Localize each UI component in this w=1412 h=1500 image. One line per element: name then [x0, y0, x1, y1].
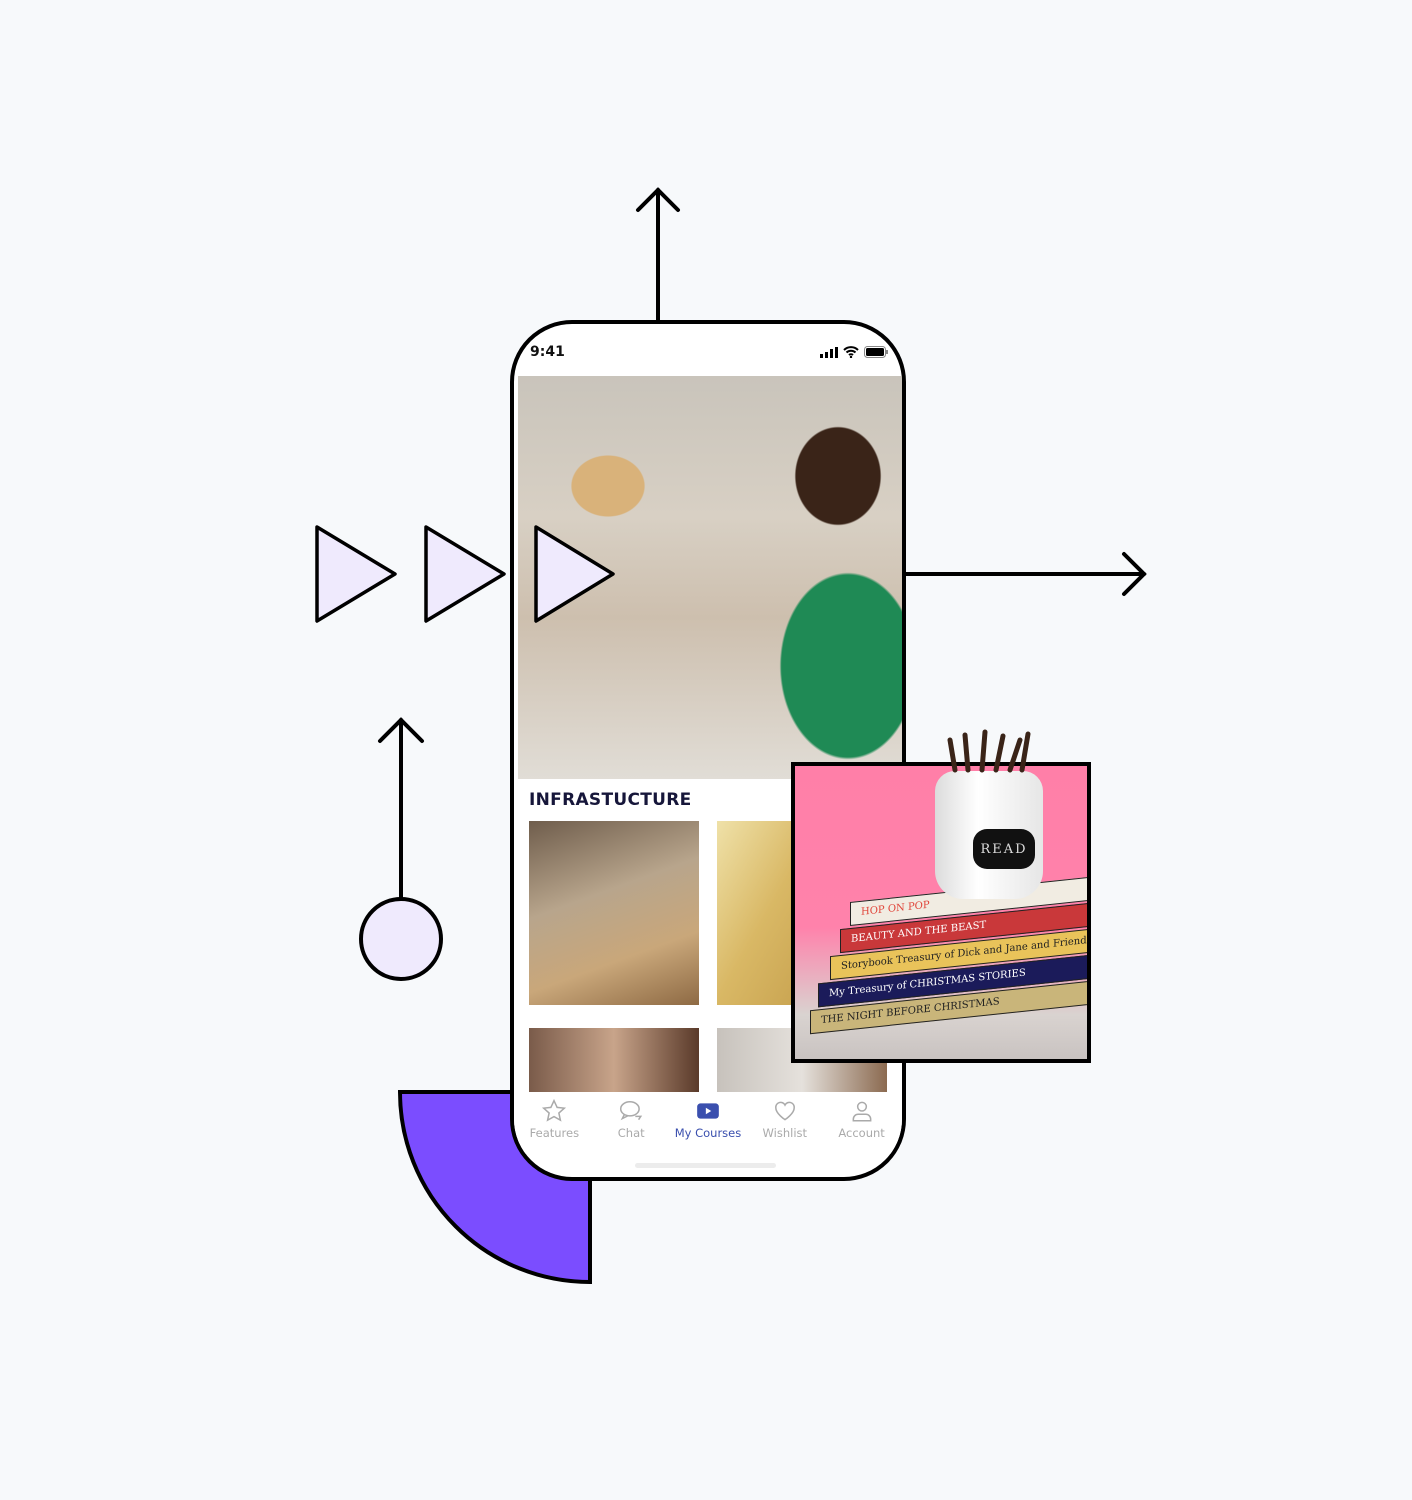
play-video-icon: [697, 1103, 719, 1119]
signal-icon: [820, 347, 838, 358]
books-photo-card: HOP ON POP BEAUTY AND THE BEAST Storyboo…: [791, 762, 1091, 1063]
circle-shape: [359, 897, 443, 981]
course-thumbnail[interactable]: [529, 1028, 699, 1092]
tab-chat[interactable]: Chat: [593, 1094, 669, 1154]
play-triangle-2: [424, 525, 506, 623]
status-time: 9:41: [530, 344, 565, 360]
wifi-icon: [843, 346, 859, 358]
hero-image: [518, 376, 902, 779]
chat-bubbles-icon: [620, 1101, 643, 1121]
star-icon: [542, 1098, 567, 1122]
play-triangle-1: [315, 525, 397, 623]
jar-label: READ: [973, 829, 1035, 869]
section-title: INFRASTUCTURE: [529, 790, 692, 810]
tab-label: My Courses: [674, 1126, 742, 1140]
user-icon: [852, 1101, 872, 1122]
pencil-jar: READ: [935, 771, 1043, 899]
battery-icon: [864, 346, 888, 358]
heart-icon: [774, 1101, 795, 1121]
tab-wishlist[interactable]: Wishlist: [747, 1094, 823, 1154]
book-stack: HOP ON POP BEAUTY AND THE BEAST Storyboo…: [810, 876, 1087, 1046]
tab-label: Chat: [617, 1126, 645, 1140]
tab-bar: Features Chat My Courses Wishlist Accoun…: [514, 1094, 902, 1154]
tab-account[interactable]: Account: [824, 1094, 900, 1154]
tab-my-courses[interactable]: My Courses: [670, 1094, 746, 1154]
tab-label: Features: [529, 1126, 580, 1140]
right-arrow: [902, 552, 1147, 596]
tab-label: Account: [838, 1126, 885, 1140]
home-indicator: [635, 1163, 776, 1168]
status-bar: 9:41: [514, 324, 902, 376]
up-arrow-circle: [378, 717, 424, 902]
course-thumbnail[interactable]: [529, 821, 699, 1005]
tab-features[interactable]: Features: [516, 1094, 592, 1154]
up-arrow-top: [636, 187, 680, 324]
tab-label: Wishlist: [762, 1126, 808, 1140]
